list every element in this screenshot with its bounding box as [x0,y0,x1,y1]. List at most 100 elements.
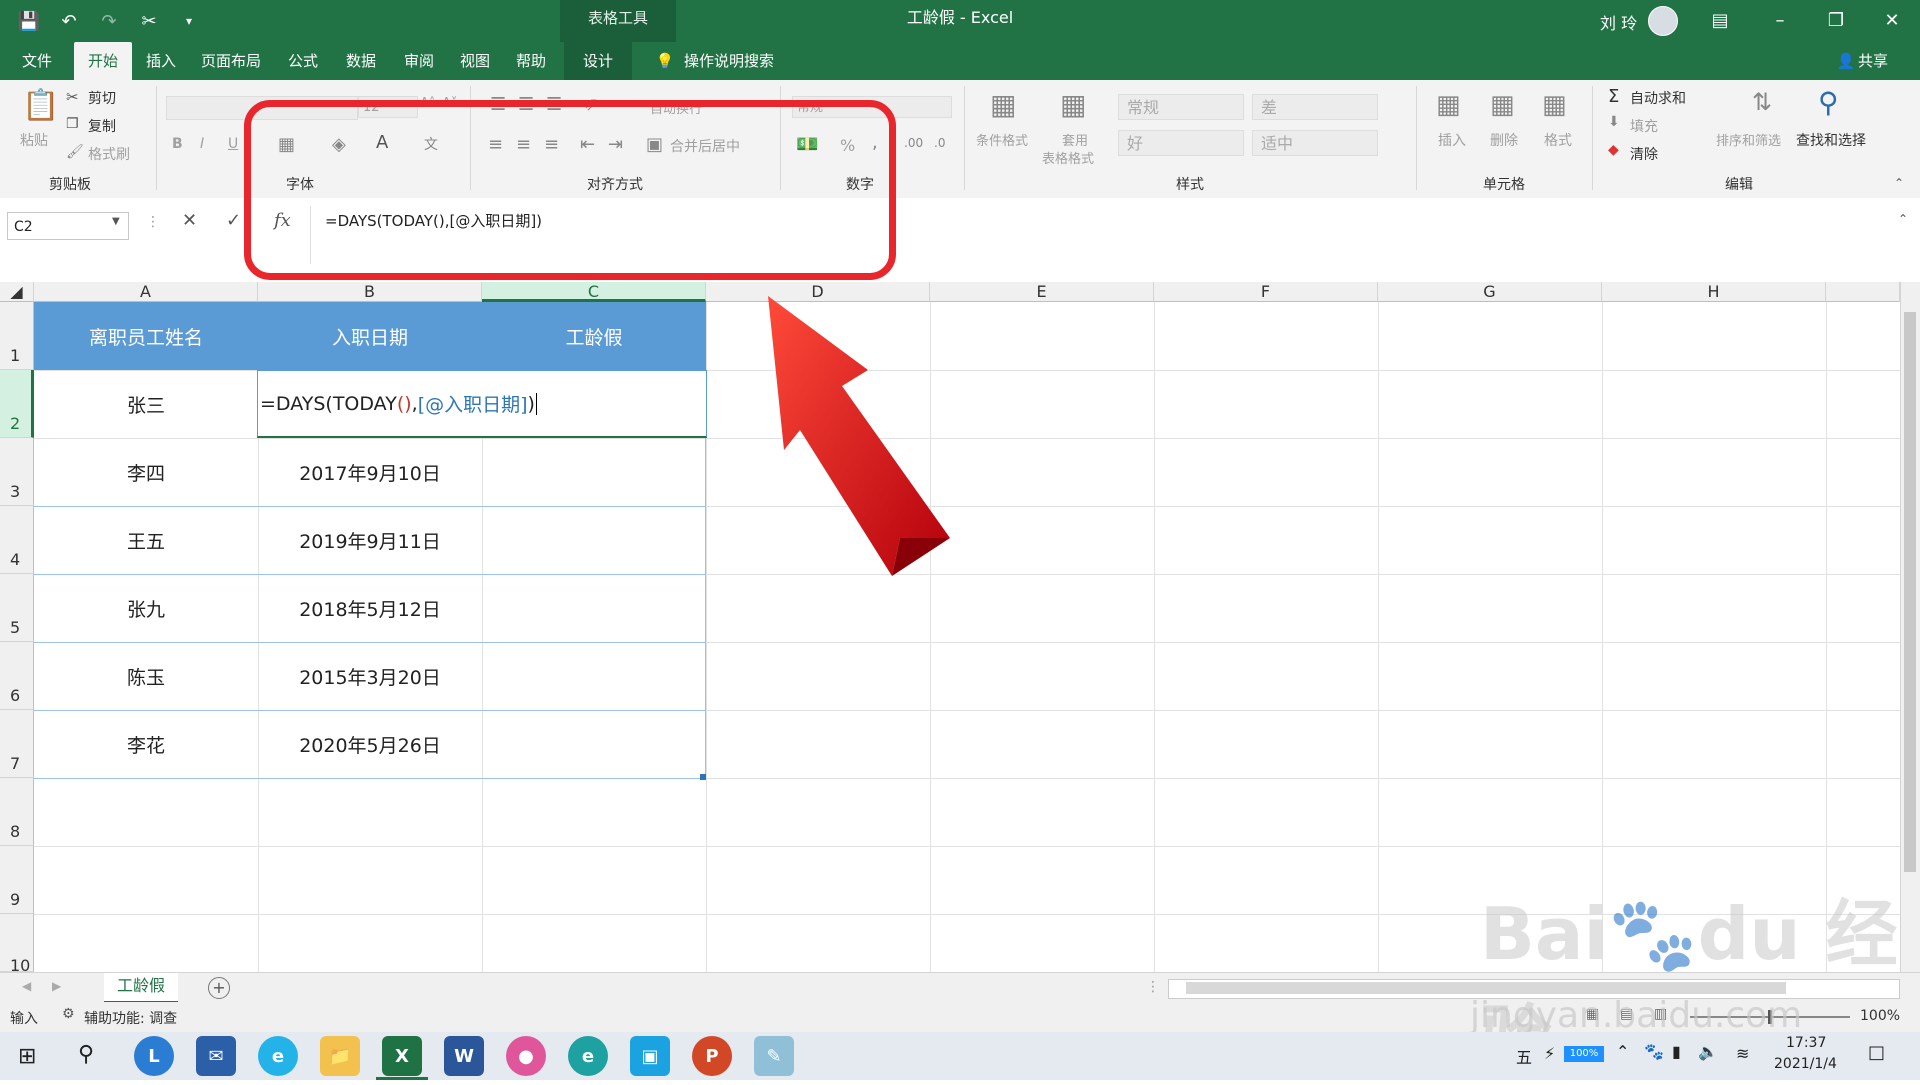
format-painter-button[interactable]: 格式刷 [88,144,130,164]
user-name[interactable]: 刘 玲 [1600,10,1637,34]
cell-a3[interactable]: 李四 [34,438,258,506]
name-box-dropdown-icon[interactable]: ▼ [112,216,120,227]
merge-center-button[interactable]: 合并后居中 [670,136,740,156]
zoom-level[interactable]: 100% [1860,1008,1900,1024]
row-header-3[interactable]: 3 [0,438,34,506]
bold-button[interactable]: B [172,136,183,152]
lark-app-icon[interactable]: L [134,1036,174,1076]
increase-indent-icon[interactable]: ⇥ [608,134,623,155]
clock-date[interactable]: 2021/1/4 [1774,1056,1837,1072]
table-header-seniority-leave[interactable]: 工龄假 [482,302,706,370]
align-bottom-icon[interactable]: ☰ [546,94,562,115]
percent-button[interactable]: % [840,136,855,155]
style-bad[interactable]: 差 [1252,94,1378,120]
tab-data[interactable]: 数据 [338,42,384,80]
font-size-select[interactable]: 12 [358,96,418,118]
horizontal-scroll-thumb[interactable] [1186,982,1786,994]
insert-cells-button[interactable]: 插入 [1438,130,1466,150]
fill-icon[interactable]: ⬇ [1608,114,1620,130]
prev-sheet-icon[interactable]: ◀ [22,979,31,993]
eraser-icon[interactable]: ◆ [1608,142,1619,158]
autosum-icon[interactable]: Σ [1608,86,1619,107]
cell-a4[interactable]: 王五 [34,506,258,574]
row-header-6[interactable]: 6 [0,642,34,710]
sort-filter-icon[interactable]: ⇅ [1752,88,1772,116]
merge-center-icon[interactable]: ▣ [646,134,663,155]
column-header-c[interactable]: C [482,282,706,302]
tab-insert[interactable]: 插入 [138,42,184,80]
save-icon[interactable]: 💾 [14,6,44,36]
ribbon-display-icon[interactable]: ▤ [1690,0,1750,40]
magnifier-icon[interactable]: ⚲ [1818,86,1839,119]
split-handle-icon[interactable]: ⋮ [1146,979,1160,995]
tab-view[interactable]: 视图 [452,42,498,80]
number-format-select[interactable]: 常规 [792,96,952,118]
powerpoint-app-icon[interactable]: P [692,1036,732,1076]
tab-help[interactable]: 帮助 [508,42,554,80]
underline-button[interactable]: U [228,136,238,152]
table-resize-handle[interactable] [700,774,706,780]
cancel-icon[interactable]: ✕ [182,210,197,231]
copy-button[interactable]: 复制 [88,116,116,136]
tab-review[interactable]: 审阅 [396,42,442,80]
restore-icon[interactable]: ❐ [1806,0,1866,40]
column-header-f[interactable]: F [1154,282,1378,302]
accessibility-status[interactable]: 辅助功能: 调查 [84,1008,177,1028]
increase-decimal-icon[interactable]: .00 [904,136,923,150]
autosum-button[interactable]: 自动求和 [1630,88,1686,108]
search-icon[interactable]: ⚲ [78,1042,94,1067]
cell-b6[interactable]: 2015年3月20日 [258,642,482,710]
row-header-10[interactable]: 10 [0,914,34,972]
format-cells-icon[interactable]: ▦ [1542,90,1567,120]
customize-qat-icon[interactable]: ▾ [174,6,204,36]
page-layout-view-icon[interactable]: ▤ [1620,1006,1633,1022]
chevron-up-icon[interactable]: ⌃ [1616,1042,1629,1061]
row-header-9[interactable]: 9 [0,846,34,914]
tell-me-search[interactable]: 操作说明搜索 [684,42,784,80]
edge-app-icon[interactable]: e [568,1036,608,1076]
normal-view-icon[interactable]: ▦ [1586,1006,1599,1022]
browser-e-icon[interactable]: e [258,1036,298,1076]
font-family-select[interactable] [166,96,358,120]
cell-b5[interactable]: 2018年5月12日 [258,574,482,642]
wifi-icon[interactable]: ≋ [1736,1044,1749,1063]
tab-formulas[interactable]: 公式 [280,42,326,80]
baidu-tray-icon[interactable]: 🐾 [1644,1042,1664,1061]
table-header-name[interactable]: 离职员工姓名 [34,302,258,370]
ime-indicator[interactable]: 五 [1516,1044,1532,1068]
row-header-2[interactable]: 2 [0,370,34,438]
conditional-format-button[interactable]: 条件格式 [976,130,1028,149]
clear-button[interactable]: 清除 [1630,144,1658,164]
cell-b7[interactable]: 2020年5月26日 [258,710,482,778]
cut-icon[interactable]: ✂ [134,6,164,36]
row-header-8[interactable]: 8 [0,778,34,846]
minimize-icon[interactable]: – [1750,0,1810,40]
tab-file[interactable]: 文件 [12,42,62,80]
find-select-button[interactable]: 查找和选择 [1796,130,1866,150]
align-left-icon[interactable]: ≡ [488,134,503,155]
column-header-h[interactable]: H [1602,282,1826,302]
orientation-icon[interactable]: ⇗ [584,94,599,115]
format-as-table-icon[interactable]: ▦ [1060,88,1086,121]
insert-cells-icon[interactable]: ▦ [1436,90,1461,120]
cell-a5[interactable]: 张九 [34,574,258,642]
align-right-icon[interactable]: ≡ [544,134,559,155]
tab-design[interactable]: 设计 [564,42,632,80]
next-sheet-icon[interactable]: ▶ [52,979,61,993]
excel-app-icon[interactable]: X [382,1036,422,1076]
border-icon[interactable]: ▦ [278,134,295,155]
formula-input[interactable]: =DAYS(TODAY(),[@入职日期]) [310,206,1920,264]
tab-page-layout[interactable]: 页面布局 [196,42,266,80]
tab-home[interactable]: 开始 [74,42,132,80]
align-middle-icon[interactable]: ☰ [518,94,534,115]
fill-button[interactable]: 填充 [1630,116,1658,136]
delete-cells-button[interactable]: 删除 [1490,130,1518,150]
italic-button[interactable]: I [200,136,204,152]
select-all-corner[interactable]: ◢ [0,282,34,302]
style-neutral[interactable]: 适中 [1252,130,1378,156]
delete-cells-icon[interactable]: ▦ [1490,90,1515,120]
font-grow-icon[interactable]: A˄ [420,96,435,111]
cell-a6[interactable]: 陈玉 [34,642,258,710]
volume-icon[interactable]: 🔈 [1698,1042,1718,1061]
row-header-4[interactable]: 4 [0,506,34,574]
